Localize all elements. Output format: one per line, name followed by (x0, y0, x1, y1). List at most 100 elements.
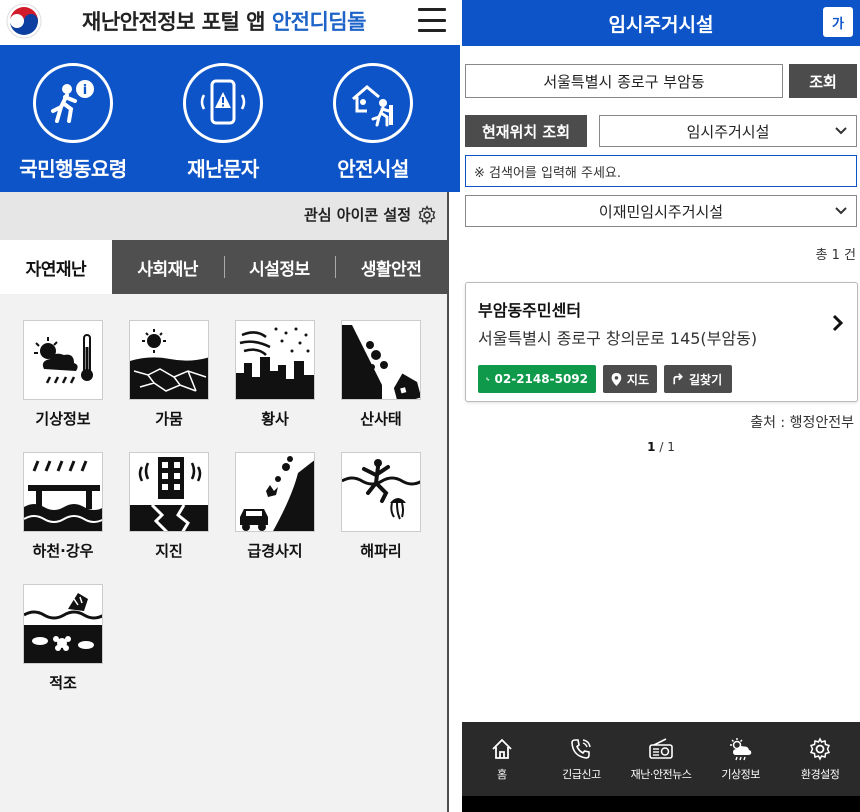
category-earthquake[interactable]: 지진 (119, 452, 219, 561)
phone-number: 02-2148-5092 (494, 372, 588, 386)
chevron-down-icon (835, 207, 847, 215)
hamburger-icon[interactable] (418, 8, 446, 32)
route-arrow-icon (673, 373, 683, 385)
nav-news[interactable]: 재난·안전뉴스 (621, 722, 701, 796)
category-grid: 기상정보 가뭄 황사 산사태 하천·강우 지진 급경사지 해파리 적조 (0, 294, 447, 812)
hero-label: 국민행동요령 (19, 157, 127, 181)
phone-alert-icon (183, 63, 263, 143)
route-button[interactable]: 길찾기 (664, 365, 732, 393)
bottom-navigation: 홈 긴급신고 재난·안전뉴스 기상정보 환경설정 (462, 722, 860, 796)
interest-settings-label: 관심 아이콘 설정 (303, 206, 411, 224)
nav-settings[interactable]: 환경설정 (780, 722, 860, 796)
hero-item-safety-facility[interactable]: 안전시설 (303, 63, 443, 182)
keyword-search-input[interactable]: ※ 검색어를 입력해 주세요. (465, 155, 857, 187)
data-source: 출처 : 행정안전부 (750, 415, 854, 431)
shelter-type-value: 이재민임시주거시설 (598, 202, 724, 221)
gear-icon (418, 204, 436, 225)
pager-total: / 1 (655, 440, 675, 454)
app-brand-name: 안전디딤돌 (271, 10, 367, 34)
category-steep-slope[interactable]: 급경사지 (225, 452, 325, 561)
temporary-shelter-screen: 임시주거시설 가 서울특별시 종로구 부암동 조회 현재위치 조회 임시주거시설… (462, 0, 860, 812)
chevron-down-icon (835, 127, 847, 135)
drought-icon (129, 320, 209, 400)
river-rain-icon (23, 452, 103, 532)
category-red-tide[interactable]: 적조 (13, 584, 113, 693)
pagination: 1 / 1 (462, 440, 860, 454)
hero-label: 재난문자 (187, 157, 259, 181)
category-tabs: 자연재난 사회재난 시설정보 생활안전 (0, 240, 447, 294)
category-drought[interactable]: 가뭄 (119, 320, 219, 429)
category-river-rain[interactable]: 하천·강우 (13, 452, 113, 561)
phone-icon (571, 738, 592, 759)
search-placeholder: ※ 검색어를 입력해 주세요. (474, 165, 622, 181)
hero-label: 안전시설 (337, 157, 409, 181)
current-location-button[interactable]: 현재위치 조회 (465, 115, 587, 147)
nav-weather[interactable]: 기상정보 (701, 722, 781, 796)
hero-item-disaster-sms[interactable]: 재난문자 (153, 63, 293, 182)
map-pin-icon (611, 372, 622, 386)
weather-icon (23, 320, 103, 400)
facility-name: 부암동주민센터 (478, 301, 582, 320)
facility-type-select[interactable]: 임시주거시설 (599, 115, 857, 147)
search-button[interactable]: 조회 (789, 64, 857, 98)
category-label: 적조 (49, 674, 77, 692)
tab-natural-disaster[interactable]: 자연재난 (0, 240, 112, 294)
phone-icon (486, 377, 490, 381)
red-tide-icon (23, 584, 103, 664)
yellow-dust-icon (235, 320, 315, 400)
map-button[interactable]: 지도 (603, 365, 657, 393)
pager-current[interactable]: 1 (647, 440, 655, 454)
category-weather[interactable]: 기상정보 (13, 320, 113, 429)
category-label: 해파리 (360, 542, 402, 560)
svg-text:i: i (83, 83, 87, 98)
address-field[interactable]: 서울특별시 종로구 부암동 (465, 64, 783, 98)
font-size-button[interactable]: 가 (823, 7, 853, 37)
facility-address: 서울특별시 종로구 창의문로 145(부암동) (478, 329, 758, 348)
category-label: 산사태 (360, 410, 402, 428)
category-landslide[interactable]: 산사태 (331, 320, 431, 429)
landslide-icon (341, 320, 421, 400)
category-label: 황사 (261, 410, 289, 428)
route-label: 길찾기 (689, 372, 723, 387)
category-label: 기상정보 (35, 410, 91, 428)
jellyfish-icon (341, 452, 421, 532)
gear-icon (810, 736, 831, 761)
app-title: 재난안전정보 포털 앱 안전디딤돌 (82, 6, 366, 36)
shelter-exit-icon (333, 63, 413, 143)
nav-label: 환경설정 (800, 767, 840, 781)
category-label: 지진 (155, 542, 183, 560)
nav-home[interactable]: 홈 (462, 722, 542, 796)
interest-settings-button[interactable]: 관심 아이콘 설정 (304, 204, 437, 225)
steep-slope-icon (235, 452, 315, 532)
taegeuk-logo-icon (6, 3, 42, 39)
tab-life-safety[interactable]: 생활안전 (335, 240, 447, 294)
result-count: 총 1 건 (815, 248, 856, 263)
facility-type-value: 임시주거시설 (686, 122, 770, 141)
category-yellow-dust[interactable]: 황사 (225, 320, 325, 429)
result-card[interactable]: 부암동주민센터 서울특별시 종로구 창의문로 145(부암동) 02-2148-… (465, 282, 858, 402)
nav-label: 재난·안전뉴스 (630, 767, 692, 781)
map-label: 지도 (626, 372, 649, 387)
disaster-portal-screen: 재난안전정보 포털 앱 안전디딤돌 i 국민행동요령 재난문자 안전시설 관심 … (0, 0, 460, 812)
chevron-right-icon[interactable] (831, 313, 845, 333)
tab-social-disaster[interactable]: 사회재난 (112, 240, 224, 294)
app-title-prefix: 재난안전정보 포털 앱 (82, 10, 272, 34)
radio-icon (649, 737, 673, 759)
call-button[interactable]: 02-2148-5092 (478, 365, 596, 393)
system-bar (462, 796, 860, 812)
nav-emergency-call[interactable]: 긴급신고 (542, 722, 622, 796)
home-icon (492, 738, 512, 759)
page-title: 임시주거시설 (608, 14, 714, 36)
category-jellyfish[interactable]: 해파리 (331, 452, 431, 561)
tab-facility-info[interactable]: 시설정보 (223, 240, 336, 294)
divider (447, 192, 449, 812)
hero-quick-menu: i 국민행동요령 재난문자 안전시설 (0, 45, 460, 192)
weather-icon (729, 737, 751, 760)
category-label: 급경사지 (247, 542, 303, 560)
nav-label: 홈 (496, 767, 507, 781)
nav-label: 긴급신고 (562, 767, 601, 781)
hero-item-action-guide[interactable]: i 국민행동요령 (3, 63, 143, 182)
category-label: 가뭄 (155, 410, 183, 428)
interest-bar: 관심 아이콘 설정 (0, 192, 447, 240)
shelter-type-select[interactable]: 이재민임시주거시설 (465, 195, 857, 227)
